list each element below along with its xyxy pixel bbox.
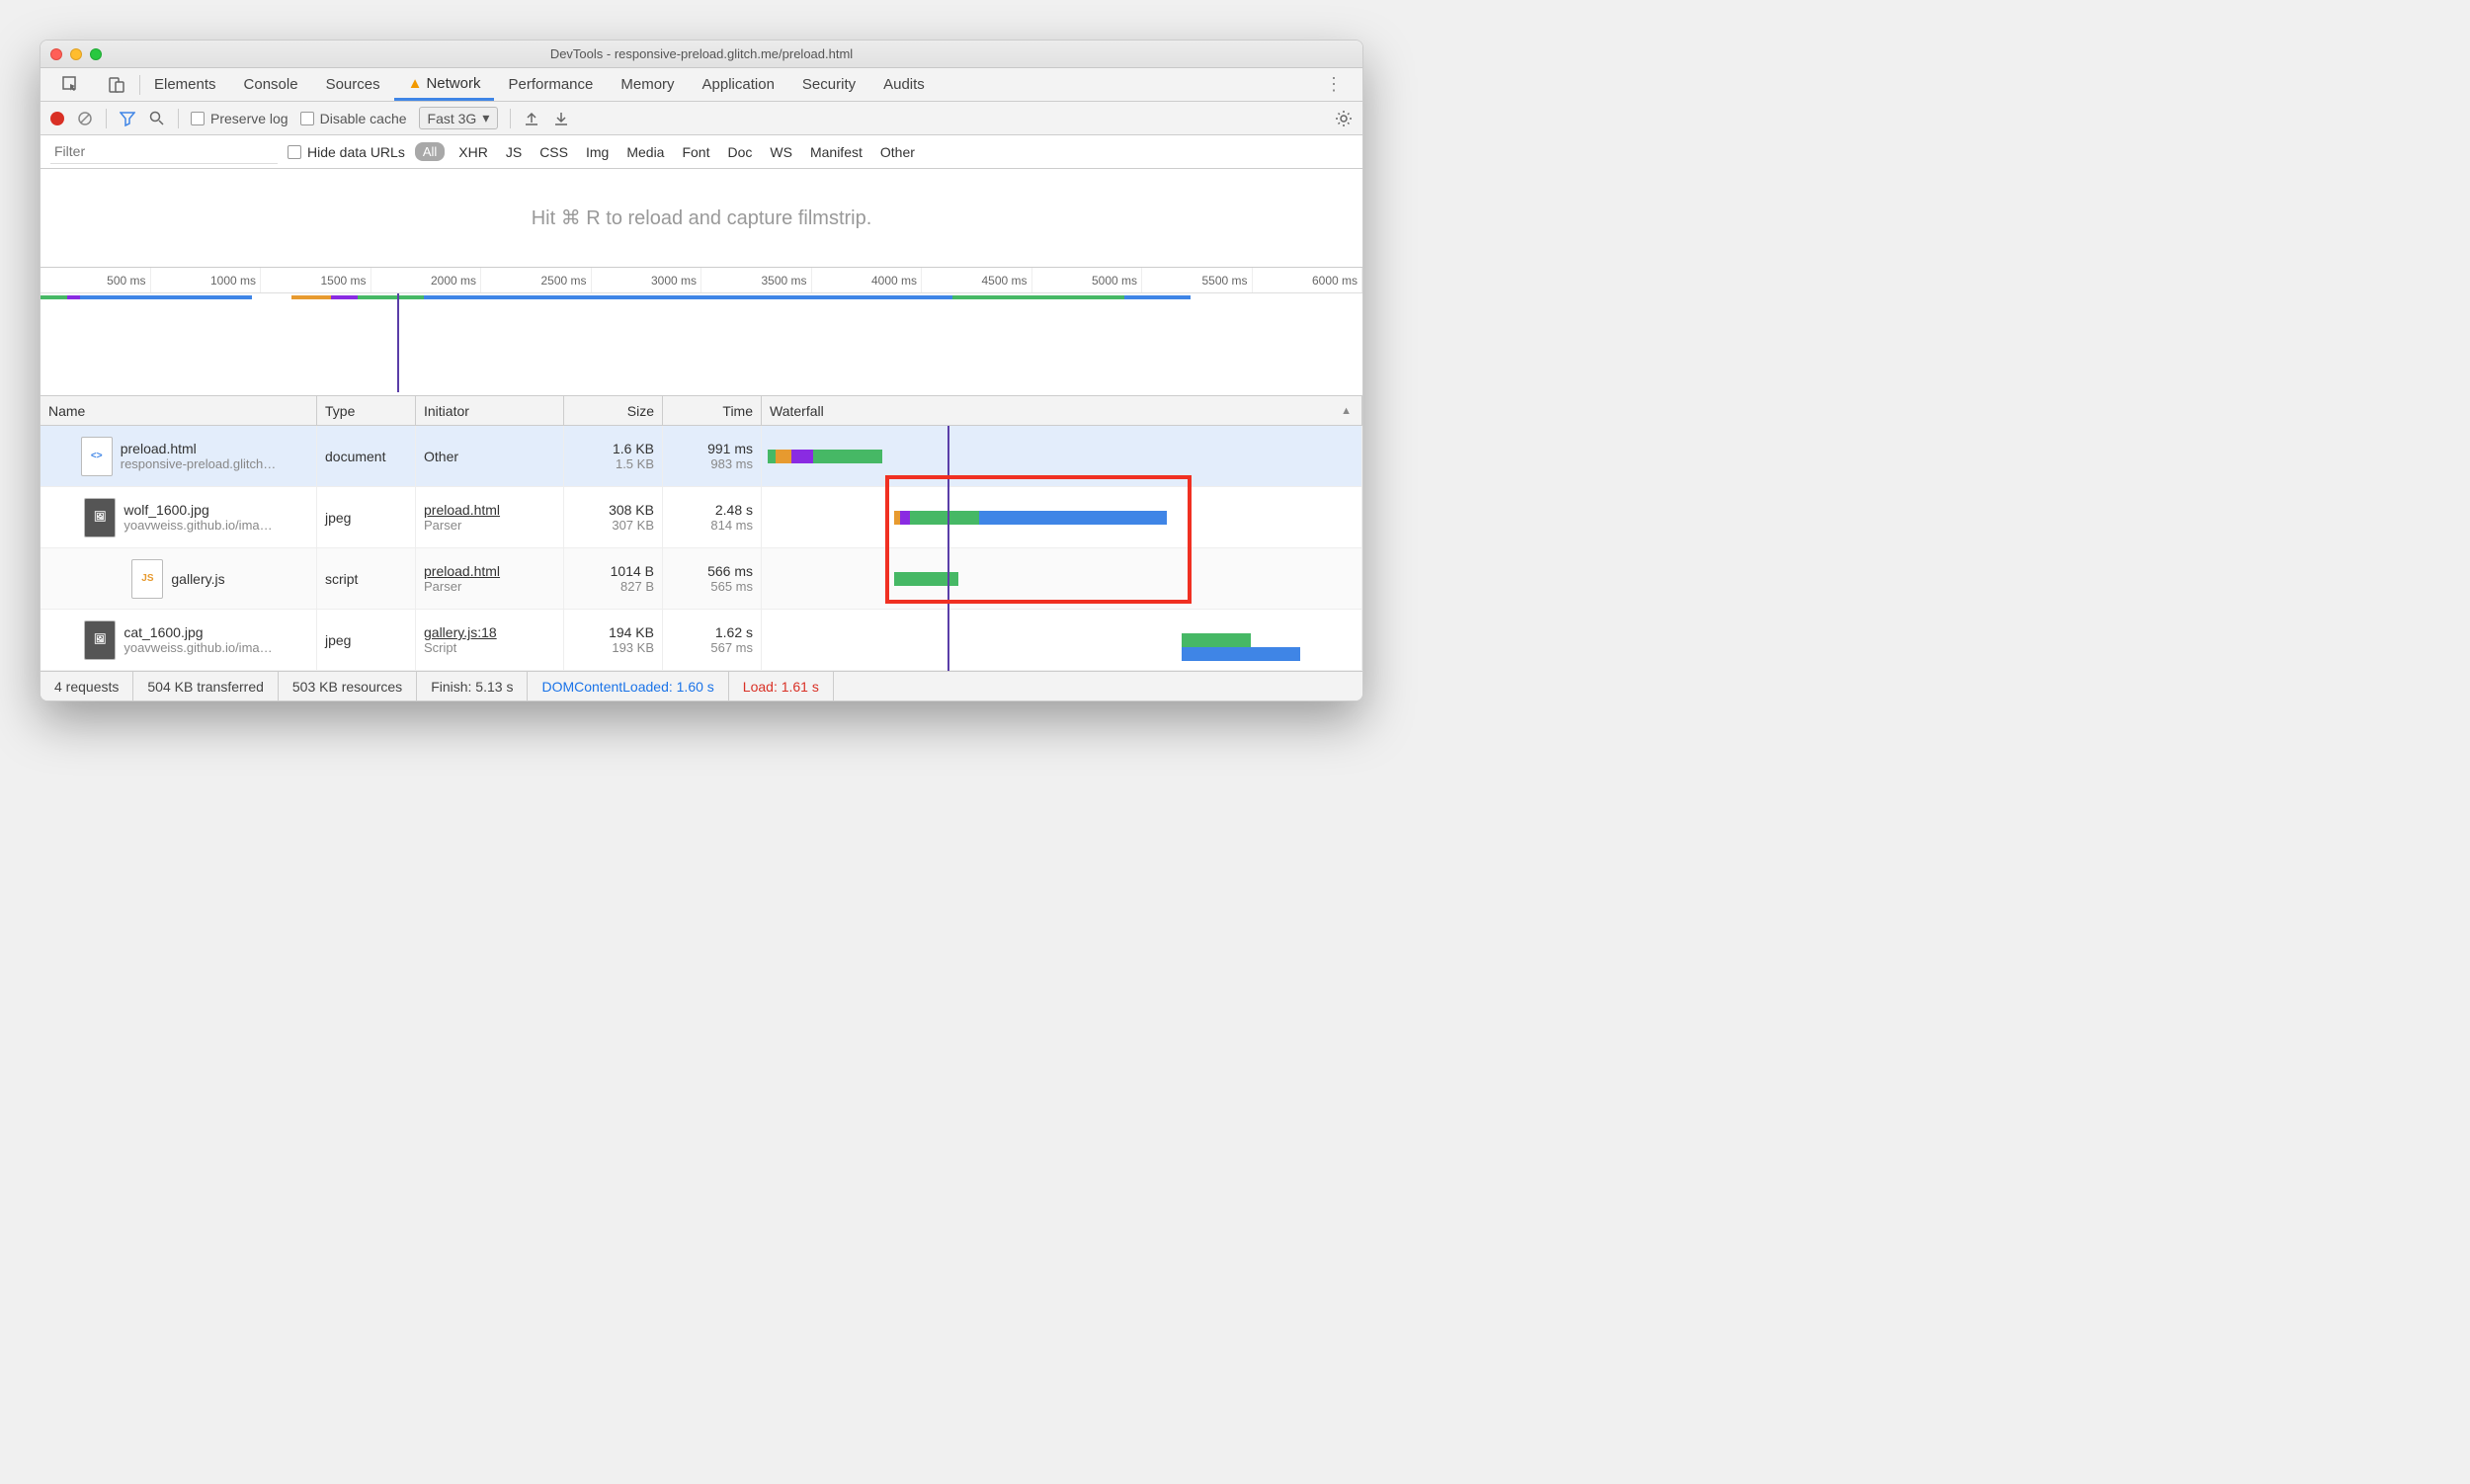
hide-data-urls-checkbox[interactable]: Hide data URLs — [288, 144, 405, 160]
filter-manifest[interactable]: Manifest — [806, 144, 866, 160]
warning-icon: ▲ — [408, 75, 423, 92]
chevron-down-icon: ▾ — [482, 110, 489, 126]
summary-transferred: 504 KB transferred — [133, 672, 279, 701]
filter-input[interactable] — [50, 140, 278, 164]
summary-load: Load: 1.61 s — [729, 672, 834, 701]
timeline-overview[interactable]: 500 ms 1000 ms 1500 ms 2000 ms 2500 ms 3… — [41, 268, 1362, 396]
upload-icon[interactable] — [523, 110, 540, 127]
header-type[interactable]: Type — [317, 396, 416, 425]
file-icon: 🖼 — [84, 498, 116, 537]
network-toolbar: Preserve log Disable cache Fast 3G▾ — [41, 102, 1362, 135]
disable-cache-checkbox[interactable]: Disable cache — [300, 111, 407, 126]
filter-ws[interactable]: WS — [766, 144, 796, 160]
tab-console[interactable]: Console — [230, 68, 312, 101]
panel-tabs: Elements Console Sources ▲Network Perfor… — [41, 68, 1362, 102]
header-initiator[interactable]: Initiator — [416, 396, 564, 425]
sort-arrow-icon: ▲ — [1341, 405, 1352, 417]
file-icon: <> — [81, 437, 113, 476]
search-icon[interactable] — [148, 110, 166, 127]
preserve-log-checkbox[interactable]: Preserve log — [191, 111, 288, 126]
summary-bar: 4 requests 504 KB transferred 503 KB res… — [41, 671, 1362, 701]
device-toggle-icon[interactable] — [94, 68, 139, 101]
file-icon: 🖼 — [84, 620, 116, 660]
header-time[interactable]: Time — [663, 396, 762, 425]
gear-icon[interactable] — [1335, 110, 1353, 127]
window-title: DevTools - responsive-preload.glitch.me/… — [41, 46, 1362, 61]
tab-memory[interactable]: Memory — [607, 68, 688, 101]
tab-elements[interactable]: Elements — [140, 68, 230, 101]
requests-table: <>preload.htmlresponsive-preload.glitch…… — [41, 426, 1362, 671]
devtools-window: DevTools - responsive-preload.glitch.me/… — [40, 40, 1363, 701]
download-icon[interactable] — [552, 110, 570, 127]
header-name[interactable]: Name — [41, 396, 317, 425]
filter-icon[interactable] — [119, 110, 136, 127]
filter-other[interactable]: Other — [876, 144, 919, 160]
clear-icon[interactable] — [76, 110, 94, 127]
titlebar: DevTools - responsive-preload.glitch.me/… — [41, 41, 1362, 68]
filter-xhr[interactable]: XHR — [454, 144, 492, 160]
tab-audits[interactable]: Audits — [869, 68, 939, 101]
header-waterfall[interactable]: Waterfall▲ — [762, 396, 1362, 425]
filter-bar: Hide data URLs All XHR JS CSS Img Media … — [41, 135, 1362, 169]
tab-sources[interactable]: Sources — [312, 68, 394, 101]
summary-resources: 503 KB resources — [279, 672, 417, 701]
filmstrip-hint: Hit ⌘ R to reload and capture filmstrip. — [41, 169, 1362, 268]
record-button[interactable] — [50, 112, 64, 125]
table-headers: Name Type Initiator Size Time Waterfall▲ — [41, 396, 1362, 426]
annotation-box — [885, 475, 1192, 604]
summary-finish: Finish: 5.13 s — [417, 672, 528, 701]
filter-css[interactable]: CSS — [535, 144, 572, 160]
file-icon: JS — [131, 559, 163, 599]
filter-img[interactable]: Img — [582, 144, 613, 160]
kebab-menu-icon[interactable]: ⋮ — [1313, 74, 1355, 95]
inspect-element-icon[interactable] — [48, 68, 94, 101]
throttle-select[interactable]: Fast 3G▾ — [419, 107, 499, 129]
filter-doc[interactable]: Doc — [723, 144, 756, 160]
tab-network[interactable]: ▲Network — [394, 68, 495, 101]
filter-all[interactable]: All — [415, 142, 445, 161]
table-row[interactable]: 🖼cat_1600.jpgyoavweiss.github.io/ima… jp… — [41, 610, 1362, 671]
tab-security[interactable]: Security — [788, 68, 869, 101]
summary-requests: 4 requests — [41, 672, 133, 701]
summary-dcl: DOMContentLoaded: 1.60 s — [528, 672, 728, 701]
filter-media[interactable]: Media — [622, 144, 668, 160]
tab-application[interactable]: Application — [689, 68, 788, 101]
header-size[interactable]: Size — [564, 396, 663, 425]
tab-performance[interactable]: Performance — [494, 68, 607, 101]
filter-js[interactable]: JS — [502, 144, 526, 160]
filter-font[interactable]: Font — [678, 144, 713, 160]
